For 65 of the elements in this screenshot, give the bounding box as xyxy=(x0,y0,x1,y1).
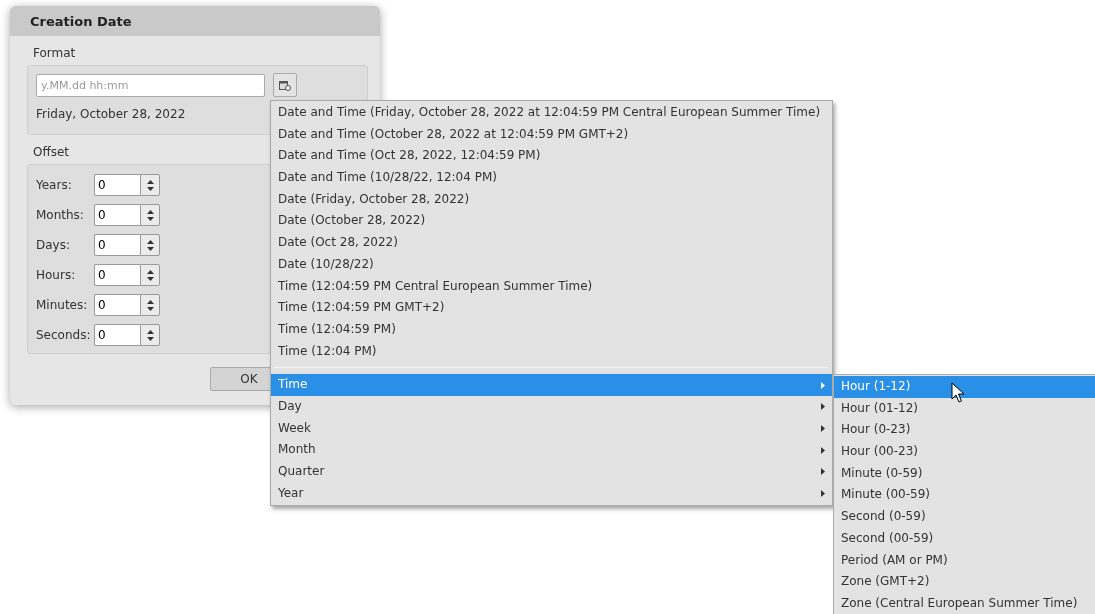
field-label: Months: xyxy=(36,208,84,222)
dialog-title: Creation Date xyxy=(10,6,380,36)
field-label: Seconds: xyxy=(36,328,91,342)
spin-button[interactable] xyxy=(140,174,160,196)
number-input-field[interactable]: 0 xyxy=(94,264,140,286)
menu-item[interactable]: Date and Time (10/28/22, 12:04 PM) xyxy=(271,167,832,189)
menu-item[interactable]: Day xyxy=(271,395,832,418)
menu-item[interactable]: Date and Time (October 28, 2022 at 12:04:59 PM GMT+2) xyxy=(271,123,832,146)
number-input-field[interactable]: 0 xyxy=(94,174,140,196)
submenu-arrow-icon xyxy=(821,468,825,476)
menu-item[interactable]: Date (October 28, 2022) xyxy=(271,210,832,233)
field-label: Hours: xyxy=(36,268,76,282)
menu-item[interactable]: Zone (Central European Summer Time) xyxy=(834,592,1095,614)
field-label: Days: xyxy=(36,238,70,252)
menu-item[interactable]: Minute (00-59) xyxy=(834,484,1095,507)
submenu-arrow-icon xyxy=(821,424,825,432)
menu-item[interactable]: Quarter xyxy=(271,461,832,483)
menu-item[interactable]: Minute (0-59) xyxy=(834,462,1095,485)
number-input-field[interactable]: 0 xyxy=(94,204,140,226)
up-down-arrows-icon xyxy=(146,209,154,221)
up-down-arrows-icon xyxy=(146,269,154,281)
menu-item[interactable]: Second (00-59) xyxy=(834,527,1095,550)
up-down-arrows-icon xyxy=(146,329,154,341)
spin-button[interactable] xyxy=(140,204,160,226)
menu-item[interactable]: Hour (00-23) xyxy=(834,441,1095,463)
date-preview: Friday, October 28, 2022 xyxy=(36,107,186,121)
spin-button[interactable] xyxy=(140,324,160,346)
calendar-button[interactable] xyxy=(273,73,297,97)
calendar-icon xyxy=(279,79,291,91)
menu-item[interactable]: Time (12:04 PM) xyxy=(271,340,832,363)
menu-item[interactable]: Zone (GMT+2) xyxy=(834,571,1095,593)
menu-item[interactable]: Time (12:04:59 PM) xyxy=(271,318,832,341)
mouse-pointer-icon xyxy=(951,382,965,403)
menu-item[interactable]: Date and Time (Oct 28, 2022, 12:04:59 PM) xyxy=(271,145,832,168)
spin-button[interactable] xyxy=(140,294,160,316)
up-down-arrows-icon xyxy=(146,239,154,251)
submenu-arrow-icon xyxy=(821,490,825,498)
number-input-field[interactable]: 0 xyxy=(94,234,140,256)
spin-button[interactable] xyxy=(140,264,160,286)
menu-item[interactable]: Year xyxy=(271,482,832,505)
up-down-arrows-icon xyxy=(146,299,154,311)
menu-item[interactable]: Time (12:04:59 PM GMT+2) xyxy=(271,297,832,319)
number-input-field[interactable]: 0 xyxy=(94,324,140,346)
submenu-arrow-icon xyxy=(821,446,825,454)
up-down-arrows-icon xyxy=(146,179,154,191)
menu-item[interactable]: Hour (01-12) xyxy=(834,397,1095,420)
menu-item[interactable]: Time (12:04:59 PM Central European Summer Time) xyxy=(271,275,832,298)
spin-button[interactable] xyxy=(140,234,160,256)
group-label: Format xyxy=(33,46,76,60)
input-field[interactable]: y.MM.dd hh:mm xyxy=(36,73,265,97)
submenu-arrow-icon xyxy=(821,381,825,389)
menu-item[interactable]: Date (Oct 28, 2022) xyxy=(271,232,832,254)
field-label: Years: xyxy=(36,178,72,192)
menu-item[interactable]: Date (Friday, October 28, 2022) xyxy=(271,188,832,211)
menu-item[interactable]: Hour (0-23) xyxy=(834,419,1095,442)
menu-item[interactable]: Date (10/28/22) xyxy=(271,253,832,276)
menu-item[interactable]: Month xyxy=(271,439,832,461)
submenu-arrow-icon xyxy=(821,403,825,411)
menu-item[interactable]: Second (0-59) xyxy=(834,506,1095,528)
field-label: Minutes: xyxy=(36,298,88,312)
menu-item[interactable]: Week xyxy=(271,417,832,440)
number-input-field[interactable]: 0 xyxy=(94,294,140,316)
menu-item[interactable]: Date and Time (Friday, October 28, 2022 at 12:04:59 PM Central European Summer Time) xyxy=(271,102,832,124)
menu-item[interactable]: Period (AM or PM) xyxy=(834,549,1095,572)
group-label: Offset xyxy=(33,145,70,159)
